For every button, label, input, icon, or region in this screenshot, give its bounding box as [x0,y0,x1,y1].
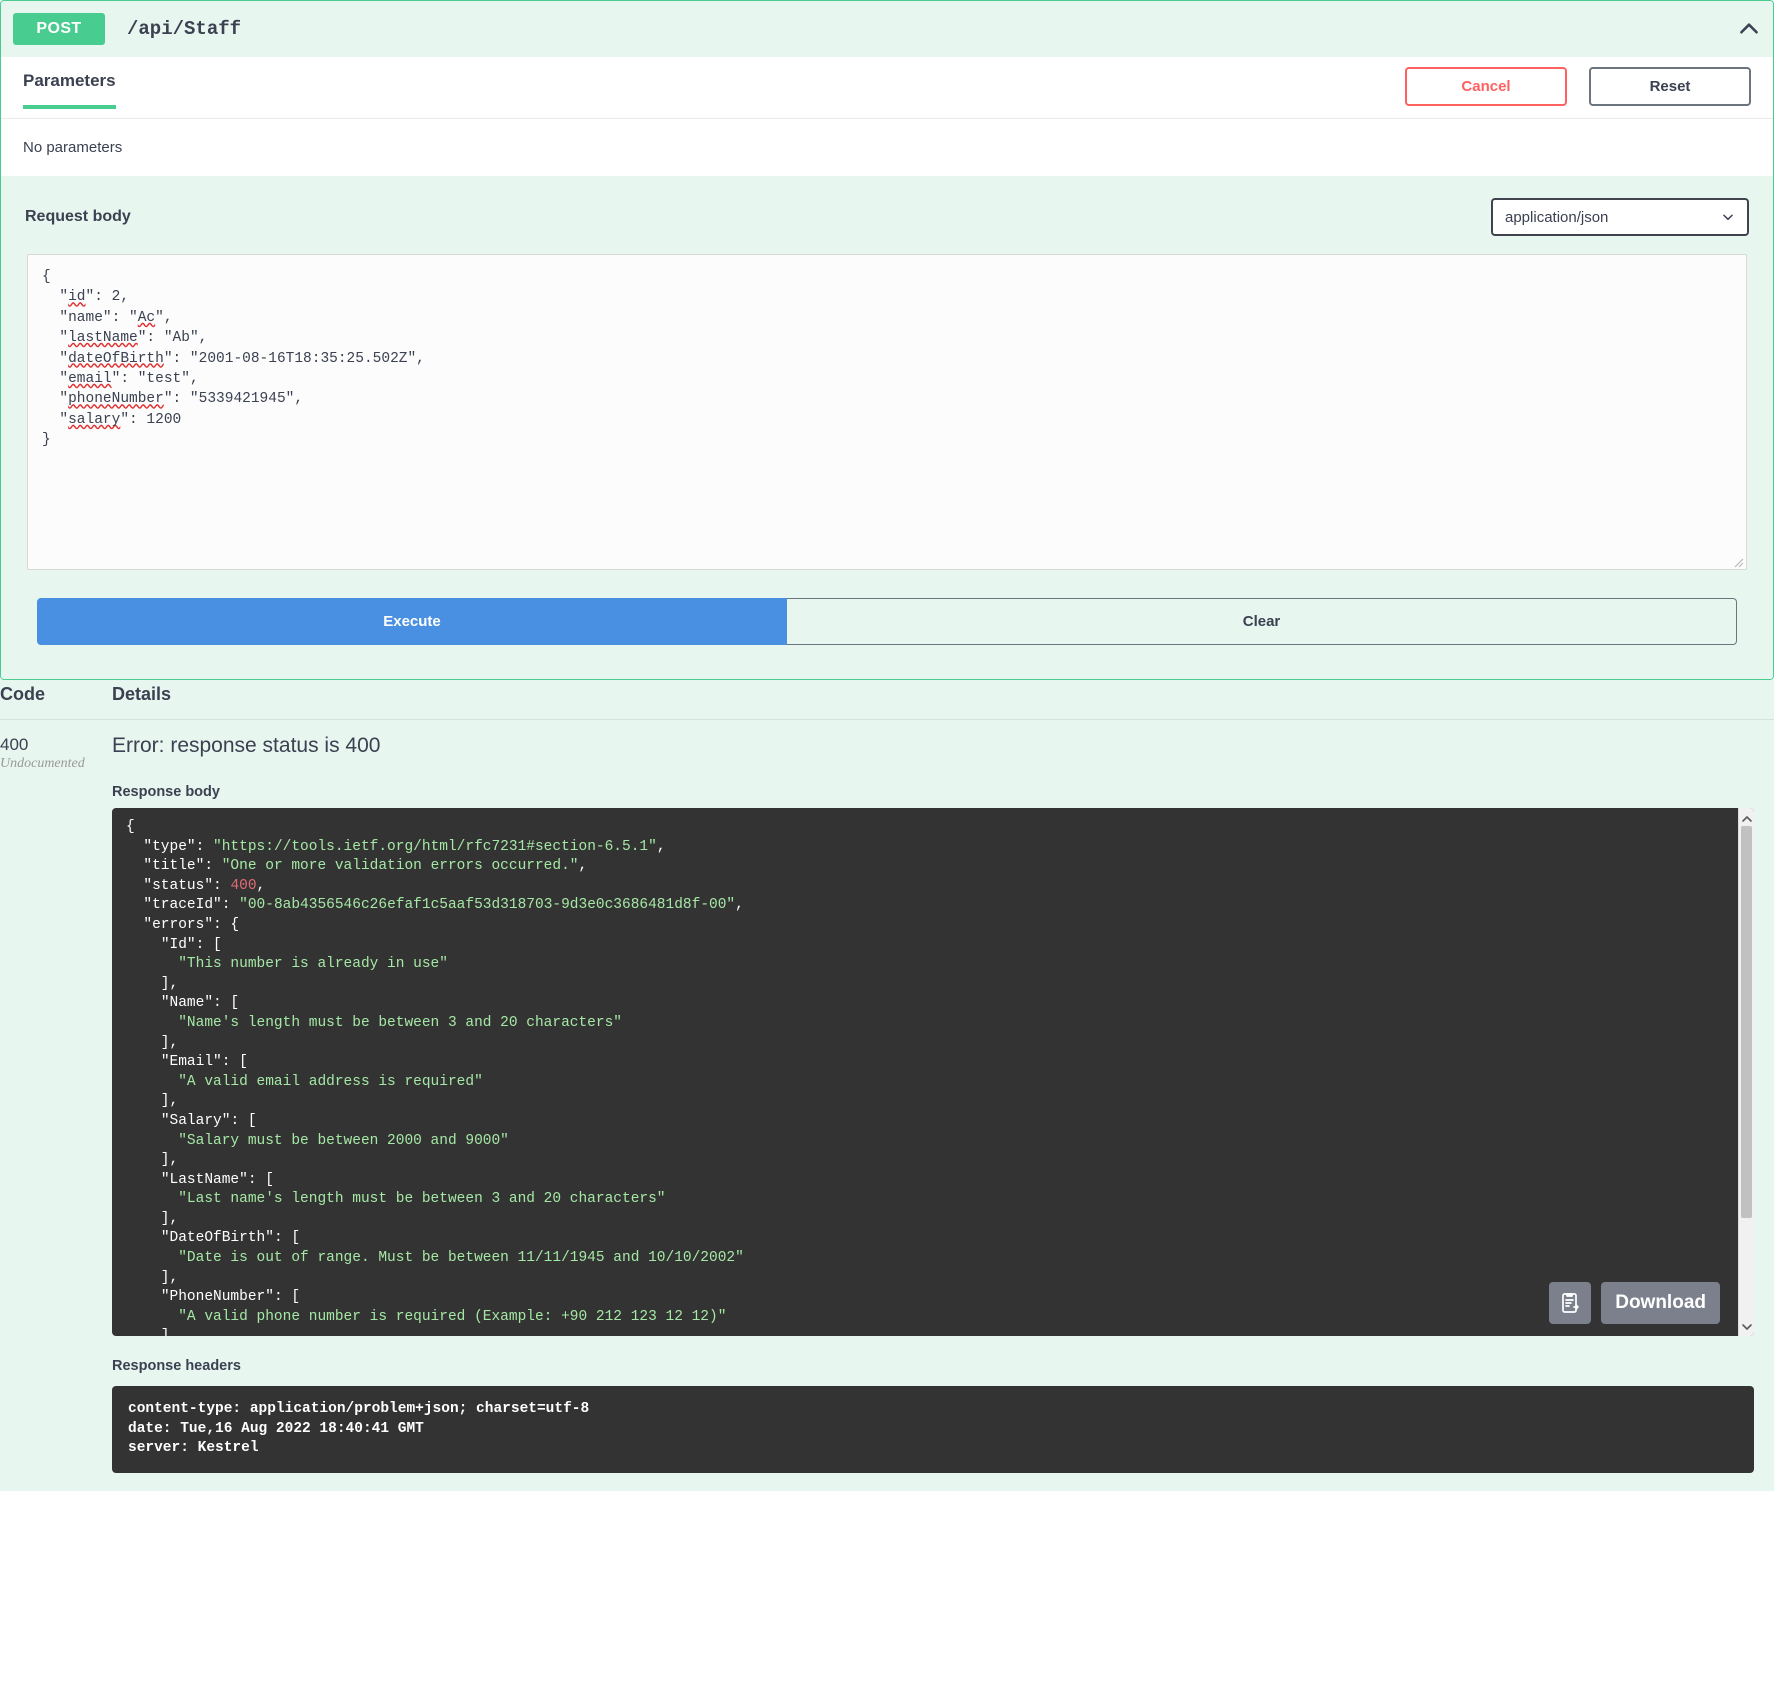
response-headers-wrap: Response headers content-type: applicati… [112,1358,1754,1473]
parameters-header: Parameters Cancel Reset [1,57,1773,119]
chevron-up-icon[interactable] [1735,15,1763,43]
operation-body: Parameters Cancel Reset No parameters Re… [1,57,1773,679]
chevron-down-icon [1721,210,1735,224]
status-undocumented-label: Undocumented [0,756,85,771]
media-type-value: application/json [1505,208,1609,226]
response-error-title: Error: response status is 400 [112,734,381,757]
responses-col-details: Details [112,684,172,704]
no-parameters-text: No parameters [1,119,1773,176]
cancel-button[interactable]: Cancel [1405,67,1567,106]
reset-button[interactable]: Reset [1589,67,1751,106]
operation-block-post-api-staff: POST /api/Staff Parameters Cancel Reset … [0,0,1774,680]
response-details-cell: Error: response status is 400 Response b… [112,734,1774,1473]
media-type-select[interactable]: application/json [1491,198,1749,236]
responses-section: Code Details 400 Undocumented Error: res… [0,680,1774,1491]
scroll-up-icon[interactable] [1741,812,1753,824]
scrollbar-thumb[interactable] [1741,826,1752,1218]
request-body-row: Request body application/json [1,176,1773,254]
response-body-code-block[interactable]: { "type": "https://tools.ietf.org/html/r… [112,808,1754,1336]
download-button[interactable]: Download [1601,1282,1720,1324]
execute-row: Execute Clear [1,570,1773,679]
response-status-cell: 400 Undocumented [0,734,112,1473]
response-headers-content: content-type: application/problem+json; … [128,1401,590,1457]
response-headers-label: Response headers [112,1358,241,1374]
clear-button[interactable]: Clear [787,598,1737,645]
request-body-editor-wrap: { "id": 2, "name": "Ac", "lastName": "Ab… [1,254,1773,570]
response-body-scrollbar[interactable] [1738,808,1754,1336]
request-body-editor-content: { "id": 2, "name": "Ac", "lastName": "Ab… [42,269,425,449]
status-code: 400 [0,735,29,754]
editor-resize-handle[interactable] [1732,555,1744,568]
operation-summary-bar[interactable]: POST /api/Staff [1,1,1773,57]
operation-path: /api/Staff [127,18,242,40]
scroll-down-icon[interactable] [1741,1320,1753,1332]
responses-table-header: Code Details [0,680,1774,720]
http-method-badge: POST [13,13,105,45]
code-block-actions: Download [1549,1282,1720,1324]
copy-to-clipboard-icon[interactable] [1549,1282,1592,1324]
response-headers-code-block: content-type: application/problem+json; … [112,1386,1754,1473]
response-row-400: 400 Undocumented Error: response status … [0,720,1774,1473]
execute-button[interactable]: Execute [37,598,787,645]
response-body-label: Response body [112,784,220,800]
request-body-label: Request body [25,208,131,225]
request-body-editor[interactable]: { "id": 2, "name": "Ac", "lastName": "Ab… [27,254,1747,570]
responses-col-code: Code [0,684,45,704]
header-button-group: Cancel Reset [1405,67,1751,106]
tab-parameters[interactable]: Parameters [23,71,116,109]
response-body-json: { "type": "https://tools.ietf.org/html/r… [126,819,744,1336]
